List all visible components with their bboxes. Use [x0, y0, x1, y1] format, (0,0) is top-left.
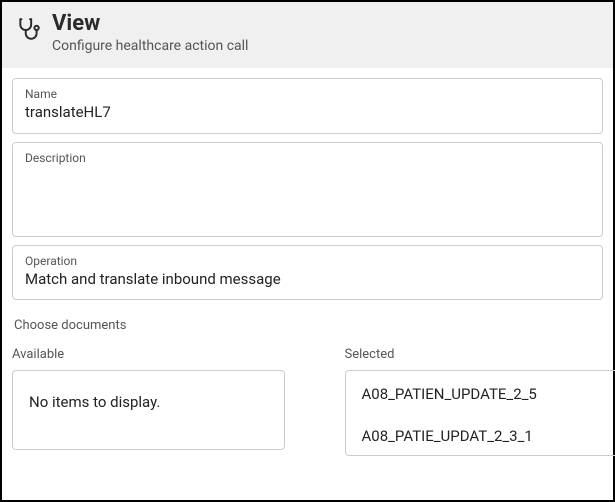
available-column: Available No items to display. — [12, 347, 285, 456]
list-item[interactable]: A08_PATIE_UPDAT_2_3_1 — [346, 413, 615, 455]
choose-documents-label: Choose documents — [14, 318, 603, 333]
operation-label: Operation — [25, 254, 590, 268]
available-header: Available — [12, 347, 285, 362]
page-header: View Configure healthcare action call — [2, 2, 613, 68]
name-label: Name — [25, 87, 590, 101]
available-empty-message: No items to display. — [29, 391, 268, 411]
operation-value: Match and translate inbound message — [25, 270, 590, 290]
stethoscope-icon — [16, 16, 42, 46]
operation-field[interactable]: Operation Match and translate inbound me… — [12, 245, 603, 301]
selected-column: Selected A08_PATIEN_UPDATE_2_5 A08_PATIE… — [345, 347, 615, 456]
description-field[interactable]: Description — [12, 142, 603, 237]
documents-columns: Available No items to display. Selected … — [12, 347, 603, 456]
list-item[interactable]: A08_PATIEN_UPDATE_2_5 — [346, 371, 615, 413]
description-label: Description — [25, 151, 590, 165]
selected-list[interactable]: A08_PATIEN_UPDATE_2_5 A08_PATIE_UPDAT_2_… — [345, 370, 615, 456]
name-field[interactable]: Name translateHL7 — [12, 78, 603, 134]
selected-header: Selected — [345, 347, 615, 362]
page-title: View — [52, 12, 248, 36]
available-list[interactable]: No items to display. — [12, 370, 285, 450]
page-subtitle: Configure healthcare action call — [52, 38, 248, 54]
name-value: translateHL7 — [25, 103, 590, 123]
